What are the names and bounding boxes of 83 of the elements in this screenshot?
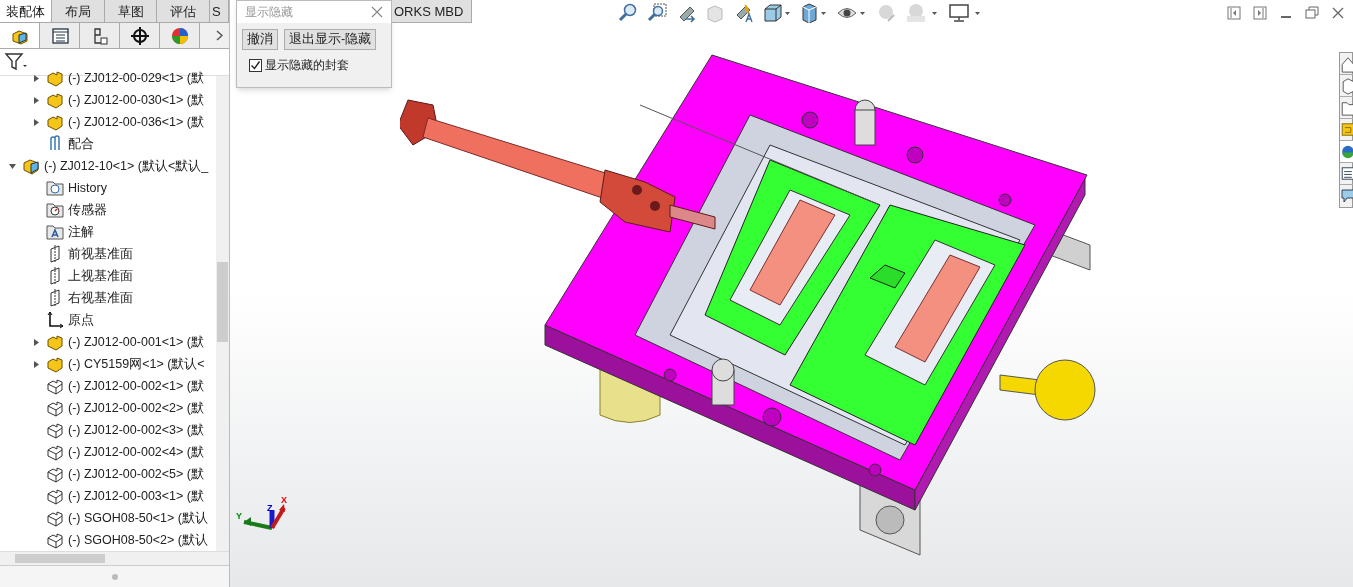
scrollbar-thumb[interactable]	[217, 262, 228, 342]
checkbox-label: 显示隐藏的封套	[265, 57, 349, 74]
tree-item[interactable]: (-) ZJ012-00-002<5> (默	[68, 464, 204, 484]
panel-tab[interactable]	[0, 23, 40, 48]
tree-item[interactable]: (-) ZJ012-00-002<1> (默	[68, 376, 204, 396]
zoom-area-icon[interactable]	[647, 3, 667, 23]
part-icon	[46, 90, 64, 110]
ribbon-tab[interactable]: 草图	[104, 0, 158, 22]
part-outline-icon	[46, 442, 64, 462]
tree-item[interactable]: (-) SGOH08-50<1> (默认	[68, 508, 208, 528]
zoom-fit-icon[interactable]	[618, 3, 638, 23]
part-outline-icon	[46, 420, 64, 440]
tree-item[interactable]: 右视基准面	[68, 288, 133, 308]
tree-item[interactable]: (-) ZJ012-00-002<2> (默	[68, 398, 204, 418]
display-style-icon[interactable]	[800, 3, 828, 23]
z-axis-label: Z	[267, 502, 273, 515]
panel-left-icon[interactable]	[1227, 6, 1241, 20]
chevron-right-icon[interactable]	[216, 30, 223, 41]
expanded-caret-icon[interactable]	[7, 161, 17, 171]
tree-item[interactable]: (-) ZJ012-00-030<1> (默	[68, 90, 204, 110]
tree-item[interactable]: (-) ZJ012-10<1> (默认<默认_	[44, 156, 209, 176]
collapsed-caret-icon[interactable]	[31, 337, 41, 347]
restore-icon[interactable]	[1305, 6, 1319, 20]
part-icon	[46, 354, 64, 374]
tree-item[interactable]: (-) ZJ012-00-036<1> (默	[68, 112, 204, 132]
dynamic-annotation-icon[interactable]	[734, 3, 754, 23]
tree-item[interactable]: (-) ZJ012-00-003<1> (默	[68, 486, 204, 506]
tree-item[interactable]: History	[68, 178, 107, 198]
part-icon	[46, 112, 64, 132]
resize-grip-icon[interactable]	[111, 573, 118, 580]
popup-button[interactable]: 撤消	[242, 29, 278, 50]
crosshair-icon	[129, 25, 150, 46]
part-outline-icon	[46, 486, 64, 506]
popup-button[interactable]: 退出显示-隐藏	[284, 29, 377, 50]
y-axis-label: Y	[236, 510, 242, 523]
close-icon[interactable]	[371, 6, 383, 18]
tree-item[interactable]: (-) CY5159网<1> (默认<	[68, 354, 205, 374]
ribbon-tab[interactable]: ORKS MBD	[392, 0, 473, 23]
annotation-folder-icon	[46, 222, 64, 242]
vertical-scrollbar[interactable]	[216, 76, 229, 551]
part-outline-icon	[46, 530, 64, 550]
tree-item[interactable]: 传感器	[68, 200, 107, 220]
panel-tab[interactable]	[120, 23, 160, 48]
collapsed-caret-icon[interactable]	[31, 359, 41, 369]
monitor-icon[interactable]	[948, 3, 982, 23]
part-outline-icon	[46, 376, 64, 396]
part-icon	[46, 68, 64, 88]
collapsed-caret-icon[interactable]	[31, 95, 41, 105]
panel-right-icon[interactable]	[1253, 6, 1267, 20]
tree-item[interactable]: 前视基准面	[68, 244, 133, 264]
close-icon[interactable]	[1331, 6, 1345, 20]
part-outline-icon	[46, 508, 64, 528]
popup-title: 显示隐藏	[245, 4, 293, 21]
tree-item[interactable]: (-) ZJ012-00-029<1> (默	[68, 68, 204, 88]
ribbon-tab[interactable]: 装配体	[0, 0, 53, 22]
tree-item[interactable]: 配合	[68, 134, 94, 154]
assembly-icon	[22, 156, 40, 176]
scrollbar-thumb[interactable]	[15, 554, 105, 563]
origin-icon	[46, 310, 64, 330]
filter-icon[interactable]	[4, 52, 28, 72]
tree-item[interactable]: (-) ZJ012-00-002<4> (默	[68, 442, 204, 462]
ribbon-tab[interactable]: 评估	[157, 0, 210, 22]
collapsed-caret-icon[interactable]	[31, 117, 41, 127]
tree-item[interactable]: 原点	[68, 310, 94, 330]
part-icon	[46, 332, 64, 352]
tree-item[interactable]: (-) SGOH08-50<2> (默认	[68, 530, 208, 550]
x-axis-label: X	[281, 494, 287, 507]
color-ball-icon	[169, 25, 190, 46]
part-outline-icon	[46, 464, 64, 484]
ribbon-tab[interactable]: 布局	[52, 0, 105, 22]
horizontal-scrollbar[interactable]	[0, 551, 229, 565]
history-folder-icon	[46, 178, 64, 198]
tree-item[interactable]: (-) ZJ012-00-002<3> (默	[68, 420, 204, 440]
tree-item[interactable]: 上视基准面	[68, 266, 133, 286]
sensor-folder-icon	[46, 200, 64, 220]
view-orientation-icon[interactable]	[763, 3, 791, 23]
globe-icon[interactable]	[1340, 141, 1353, 163]
checkbox[interactable]	[249, 58, 262, 72]
tree-item[interactable]: (-) ZJ012-00-001<1> (默	[68, 332, 204, 352]
collapsed-caret-icon[interactable]	[31, 73, 41, 83]
list-icon	[49, 25, 70, 46]
part-outline-icon	[46, 398, 64, 418]
tree-item[interactable]: 注解	[68, 222, 94, 242]
